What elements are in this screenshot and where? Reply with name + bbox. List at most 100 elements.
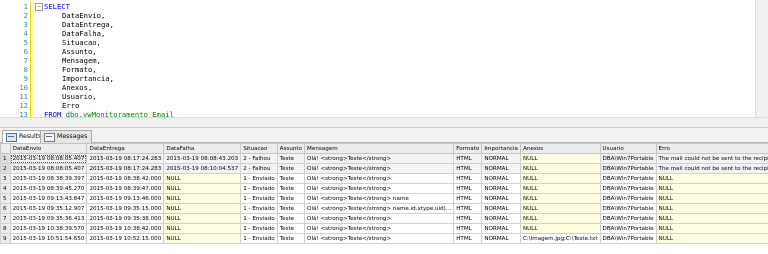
row-number[interactable]: 5: [0, 193, 11, 204]
table-cell[interactable]: NORMAL: [481, 203, 521, 214]
table-cell[interactable]: 2015-03-19 10:51:54.650: [9, 233, 88, 244]
table-cell[interactable]: NULL: [519, 163, 601, 174]
table-cell[interactable]: Teste: [276, 163, 306, 174]
table-cell[interactable]: Teste: [276, 223, 306, 234]
table-cell[interactable]: 2015-03-19 10:52:15.000: [86, 233, 165, 244]
table-cell[interactable]: The mail could not be sent to the recipi…: [655, 153, 768, 164]
table-cell[interactable]: HTML: [453, 153, 483, 164]
table-row[interactable]: 7 2015-03-19 09:35:36.413 2015-03-19 09:35…: [0, 213, 768, 224]
table-cell[interactable]: 2015-03-19 08:08:05.407: [9, 163, 88, 174]
table-cell[interactable]: Olá! <strong>Teste</strong>: [304, 163, 455, 174]
table-row[interactable]: 3 2015-03-19 08:38:39.397 2015-03-19 08:38…: [0, 173, 768, 184]
table-cell[interactable]: NORMAL: [481, 163, 521, 174]
table-cell[interactable]: NULL: [519, 203, 601, 214]
table-cell[interactable]: NULL: [163, 203, 242, 214]
table-cell[interactable]: HTML: [453, 213, 483, 224]
table-cell[interactable]: HTML: [453, 183, 483, 194]
table-cell[interactable]: Teste: [276, 153, 306, 164]
column-header[interactable]: Mensagem: [304, 143, 455, 154]
table-cell[interactable]: DBA\Win7Portable: [599, 163, 657, 174]
editor-vertical-scrollbar[interactable]: [755, 0, 768, 117]
table-cell[interactable]: DBA\Win7Portable: [599, 233, 657, 244]
column-header[interactable]: DataEntrega: [86, 143, 165, 154]
table-cell[interactable]: The mail could not be sent to the recipi…: [655, 163, 768, 174]
table-cell[interactable]: 2015-03-19 08:10:04.537: [163, 163, 242, 174]
table-cell[interactable]: DBA\Win7Portable: [599, 193, 657, 204]
table-cell[interactable]: Teste: [276, 203, 306, 214]
table-cell[interactable]: HTML: [453, 203, 483, 214]
editor-horizontal-scrollbar[interactable]: [0, 117, 768, 127]
table-cell[interactable]: C:\Imagem.jpg;C:\Teste.txt: [519, 233, 601, 244]
row-number[interactable]: 9: [0, 233, 11, 244]
grid-corner[interactable]: [0, 143, 11, 154]
table-cell[interactable]: 1 - Enviado: [240, 173, 278, 184]
table-cell[interactable]: NULL: [519, 173, 601, 184]
table-cell[interactable]: 2015-03-19 08:38:39.397: [9, 173, 88, 184]
row-number[interactable]: 8: [0, 223, 11, 234]
row-number[interactable]: 6: [0, 203, 11, 214]
column-header[interactable]: Situacao: [240, 143, 278, 154]
table-cell[interactable]: Teste: [276, 213, 306, 224]
table-cell[interactable]: 2015-03-19 09:35:36.413: [9, 213, 88, 224]
table-cell[interactable]: NULL: [519, 193, 601, 204]
table-cell[interactable]: NORMAL: [481, 173, 521, 184]
table-cell[interactable]: 2015-03-19 09:35:38.000: [86, 213, 165, 224]
table-cell[interactable]: NULL: [519, 213, 601, 224]
table-cell[interactable]: 1 - Enviado: [240, 183, 278, 194]
table-cell[interactable]: 2015-03-19 08:08:05.407: [9, 153, 88, 164]
table-cell[interactable]: NULL: [163, 223, 242, 234]
table-cell[interactable]: Teste: [276, 233, 306, 244]
table-cell[interactable]: DBA\Win7Portable: [599, 173, 657, 184]
table-row[interactable]: 8 2015-03-19 10:38:39.570 2015-03-19 10:38…: [0, 223, 768, 234]
table-cell[interactable]: Olá! <strong>Teste</strong>: [304, 153, 455, 164]
table-cell[interactable]: DBA\Win7Portable: [599, 153, 657, 164]
table-row[interactable]: 2 2015-03-19 08:08:05.407 2015-03-19 08:17…: [0, 163, 768, 174]
table-cell[interactable]: NULL: [655, 213, 768, 224]
table-cell[interactable]: Olá! <strong>Teste</strong>: [304, 183, 455, 194]
table-cell[interactable]: DBA\Win7Portable: [599, 223, 657, 234]
table-cell[interactable]: NORMAL: [481, 233, 521, 244]
table-cell[interactable]: HTML: [453, 193, 483, 204]
table-cell[interactable]: NULL: [655, 173, 768, 184]
table-cell[interactable]: 2015-03-19 08:39:47.000: [86, 183, 165, 194]
table-cell[interactable]: 2015-03-19 08:38:42.000: [86, 173, 165, 184]
table-cell[interactable]: NORMAL: [481, 213, 521, 224]
column-header[interactable]: Importancia: [481, 143, 521, 154]
table-cell[interactable]: NORMAL: [481, 193, 521, 204]
table-cell[interactable]: NULL: [163, 173, 242, 184]
table-cell[interactable]: Teste: [276, 173, 306, 184]
table-cell[interactable]: DBA\Win7Portable: [599, 183, 657, 194]
table-cell[interactable]: NORMAL: [481, 153, 521, 164]
table-row[interactable]: 1 2015-03-19 08:08:05.407 2015-03-19 08:17…: [0, 153, 768, 164]
table-cell[interactable]: 1 - Enviado: [240, 223, 278, 234]
table-cell[interactable]: 1 - Enviado: [240, 203, 278, 214]
column-header[interactable]: Usuario: [599, 143, 657, 154]
table-cell[interactable]: DBA\Win7Portable: [599, 203, 657, 214]
table-cell[interactable]: HTML: [453, 223, 483, 234]
row-number[interactable]: 4: [0, 183, 11, 194]
table-row[interactable]: 5 2015-03-19 09:13:43.847 2015-03-19 09:13…: [0, 193, 768, 204]
table-cell[interactable]: NULL: [519, 223, 601, 234]
table-cell[interactable]: NULL: [655, 223, 768, 234]
row-number[interactable]: 1: [0, 153, 11, 164]
table-cell[interactable]: 1 - Enviado: [240, 193, 278, 204]
table-cell[interactable]: 2015-03-19 09:35:12.907: [9, 203, 88, 214]
table-row[interactable]: 6 2015-03-19 09:35:12.907 2015-03-19 09:35…: [0, 203, 768, 214]
table-cell[interactable]: NULL: [655, 233, 768, 244]
table-cell[interactable]: Olá! <strong>Teste</strong>: [304, 213, 455, 224]
table-cell[interactable]: Olá! <strong>Teste</strong>: [304, 223, 455, 234]
table-cell[interactable]: NULL: [163, 193, 242, 204]
table-cell[interactable]: 2 - Falhou: [240, 153, 278, 164]
column-header[interactable]: DataFalha: [163, 143, 242, 154]
table-cell[interactable]: HTML: [453, 173, 483, 184]
table-cell[interactable]: NULL: [163, 183, 242, 194]
table-cell[interactable]: 2015-03-19 08:17:24.283: [86, 163, 165, 174]
table-cell[interactable]: NORMAL: [481, 183, 521, 194]
row-number[interactable]: 2: [0, 163, 11, 174]
table-cell[interactable]: DBA\Win7Portable: [599, 213, 657, 224]
table-cell[interactable]: 2015-03-19 09:13:43.847: [9, 193, 88, 204]
table-cell[interactable]: 2015-03-19 10:38:39.570: [9, 223, 88, 234]
table-cell[interactable]: 2015-03-19 08:17:24.283: [86, 153, 165, 164]
column-header[interactable]: Formato: [453, 143, 483, 154]
table-cell[interactable]: NULL: [163, 213, 242, 224]
